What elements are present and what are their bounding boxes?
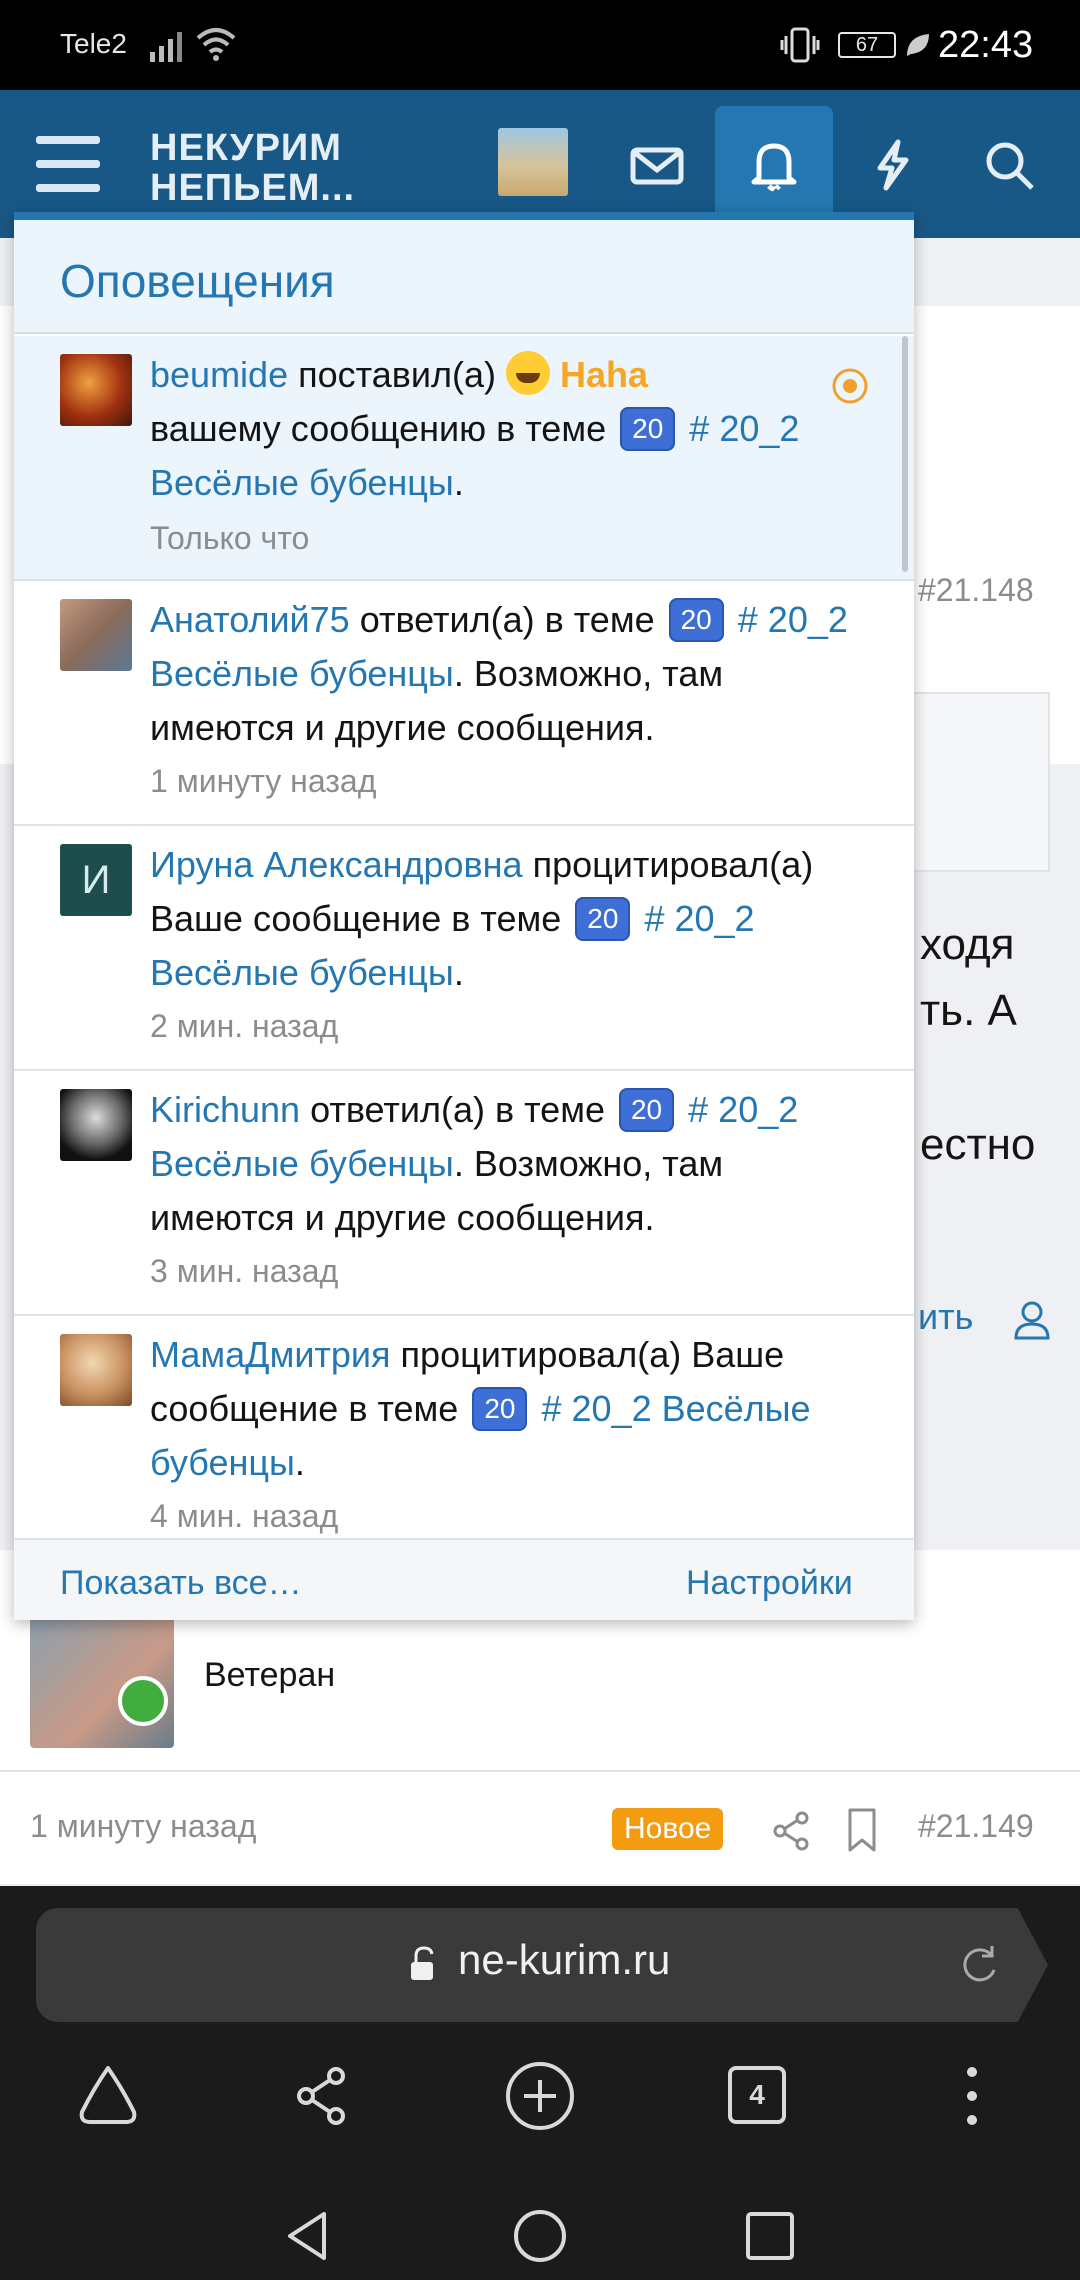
- user-icon[interactable]: [1010, 1298, 1054, 1342]
- notification-text: Ируна Александровна процитировал(а) Ваше…: [150, 844, 814, 993]
- notification-text: МамаДмитрия процитировал(а) Ваше сообщен…: [150, 1334, 811, 1483]
- address-bar[interactable]: ne-kurim.ru: [36, 1908, 1048, 2022]
- username-link[interactable]: МамаДмитрия: [150, 1334, 391, 1375]
- notification-text: beumide поставил(а) Haha вашему сообщени…: [150, 348, 870, 510]
- mail-icon[interactable]: [622, 130, 692, 200]
- notification-time: Только что: [150, 520, 310, 556]
- user-avatar-thumbnail[interactable]: [498, 128, 568, 196]
- search-icon[interactable]: [974, 130, 1044, 200]
- lightning-icon[interactable]: [858, 130, 928, 200]
- tab-count: 4: [728, 2066, 786, 2124]
- post-time: 1 минуту назад: [30, 1808, 257, 1844]
- notification-time: 3 мин. назад: [150, 1253, 339, 1289]
- notification-list[interactable]: beumide поставил(а) Haha вашему сообщени…: [14, 336, 914, 1536]
- notification-time: 2 мин. назад: [150, 1008, 339, 1044]
- signal-icon: [150, 32, 182, 62]
- new-badge: Новое: [612, 1808, 724, 1850]
- thread-prefix-badge[interactable]: 20: [668, 598, 724, 642]
- logo-line-1: НЕКУРИМ: [150, 127, 342, 169]
- dropdown-header: Оповещения: [14, 220, 914, 334]
- wifi-icon: [196, 28, 236, 61]
- leaf-icon: [907, 34, 929, 56]
- notifications-dropdown: Оповещения beumide поставил(а) Haha ваше…: [14, 212, 914, 1620]
- avatar[interactable]: [60, 354, 132, 426]
- share-icon[interactable]: [768, 1808, 814, 1854]
- back-icon[interactable]: [278, 2206, 338, 2266]
- username-link[interactable]: Анатолий75: [150, 599, 350, 640]
- battery-indicator: 67: [838, 32, 896, 58]
- post-text-fragment: естно: [920, 1120, 1036, 1169]
- dropdown-arrow: [754, 188, 798, 212]
- avatar[interactable]: [60, 1089, 132, 1161]
- username-link[interactable]: Kirichunn: [150, 1089, 300, 1130]
- quote-block: [900, 692, 1050, 872]
- logo-line-2: НЕПЬЕМ...: [150, 167, 356, 209]
- notification-item[interactable]: Анатолий75 ответил(а) в теме 20 # 20_2 В…: [14, 581, 914, 826]
- username-link[interactable]: Ируна Александровна: [150, 844, 523, 885]
- thread-prefix-badge[interactable]: 20: [618, 1088, 675, 1132]
- more-options-icon[interactable]: [934, 2058, 1010, 2134]
- thread-prefix-badge[interactable]: 20: [472, 1387, 528, 1431]
- settings-link[interactable]: Настройки: [686, 1564, 853, 1603]
- notification-time: 4 мин. назад: [150, 1498, 339, 1534]
- site-logo[interactable]: НЕКУРИМ НЕПЬЕМ...: [150, 128, 355, 208]
- avatar[interactable]: И: [60, 844, 132, 916]
- reaction-label: Haha: [559, 354, 649, 395]
- show-all-link[interactable]: Показать все…: [60, 1564, 302, 1603]
- username-link[interactable]: beumide: [150, 354, 288, 395]
- dropdown-footer: Показать все… Настройки: [14, 1538, 914, 1620]
- carrier-label: Tele2: [60, 28, 127, 59]
- post-number[interactable]: #21.148: [918, 572, 1034, 609]
- avatar[interactable]: [60, 1334, 132, 1406]
- notification-item[interactable]: Kirichunn ответил(а) в теме 20 # 20_2 Ве…: [14, 1071, 914, 1316]
- reload-icon[interactable]: [956, 1942, 1002, 1988]
- notification-time: 1 минуту назад: [150, 763, 377, 799]
- dropdown-title: Оповещения: [60, 255, 335, 307]
- avatar[interactable]: [60, 599, 132, 671]
- notification-text: Анатолий75 ответил(а) в теме 20 # 20_2 В…: [150, 598, 848, 748]
- new-tab-icon[interactable]: [502, 2058, 578, 2134]
- notification-item[interactable]: beumide поставил(а) Haha вашему сообщени…: [14, 336, 914, 581]
- url-text[interactable]: ne-kurim.ru: [458, 1936, 670, 1984]
- thread-prefix-badge[interactable]: 20: [620, 407, 676, 451]
- post-text-fragment: ходя: [920, 920, 1015, 969]
- menu-icon[interactable]: [36, 136, 100, 192]
- notification-item[interactable]: МамаДмитрия процитировал(а) Ваше сообщен…: [14, 1316, 914, 1536]
- browser-toolbar: ne-kurim.ru 4: [0, 1886, 1080, 2280]
- notification-item[interactable]: И Ируна Александровна процитировал(а) Ва…: [14, 826, 914, 1071]
- home-circle-icon[interactable]: [510, 2206, 570, 2266]
- status-bar: Tele2 67 22:43: [0, 0, 1080, 90]
- recents-icon[interactable]: [740, 2206, 800, 2266]
- bookmark-icon[interactable]: [842, 1806, 882, 1854]
- post-number[interactable]: #21.149: [918, 1808, 1034, 1845]
- list-scrollbar[interactable]: [902, 336, 908, 572]
- thread-prefix-badge[interactable]: 20: [575, 897, 631, 941]
- notification-text: Kirichunn ответил(а) в теме 20 # 20_2 Ве…: [150, 1088, 799, 1238]
- clock: 22:43: [938, 24, 1034, 66]
- haha-emoji-icon: [505, 351, 550, 395]
- lock-icon[interactable]: [408, 1944, 438, 1984]
- post-action-link[interactable]: ить: [918, 1296, 973, 1338]
- post-text-fragment: ть. А: [920, 986, 1017, 1035]
- online-status-icon: [118, 1676, 168, 1726]
- home-icon[interactable]: [70, 2058, 146, 2134]
- mark-read-icon[interactable]: [830, 366, 870, 406]
- share-icon[interactable]: [284, 2058, 360, 2134]
- tabs-button[interactable]: 4: [722, 2058, 798, 2134]
- member-title: Ветеран: [204, 1656, 336, 1694]
- vibrate-icon: [780, 27, 820, 63]
